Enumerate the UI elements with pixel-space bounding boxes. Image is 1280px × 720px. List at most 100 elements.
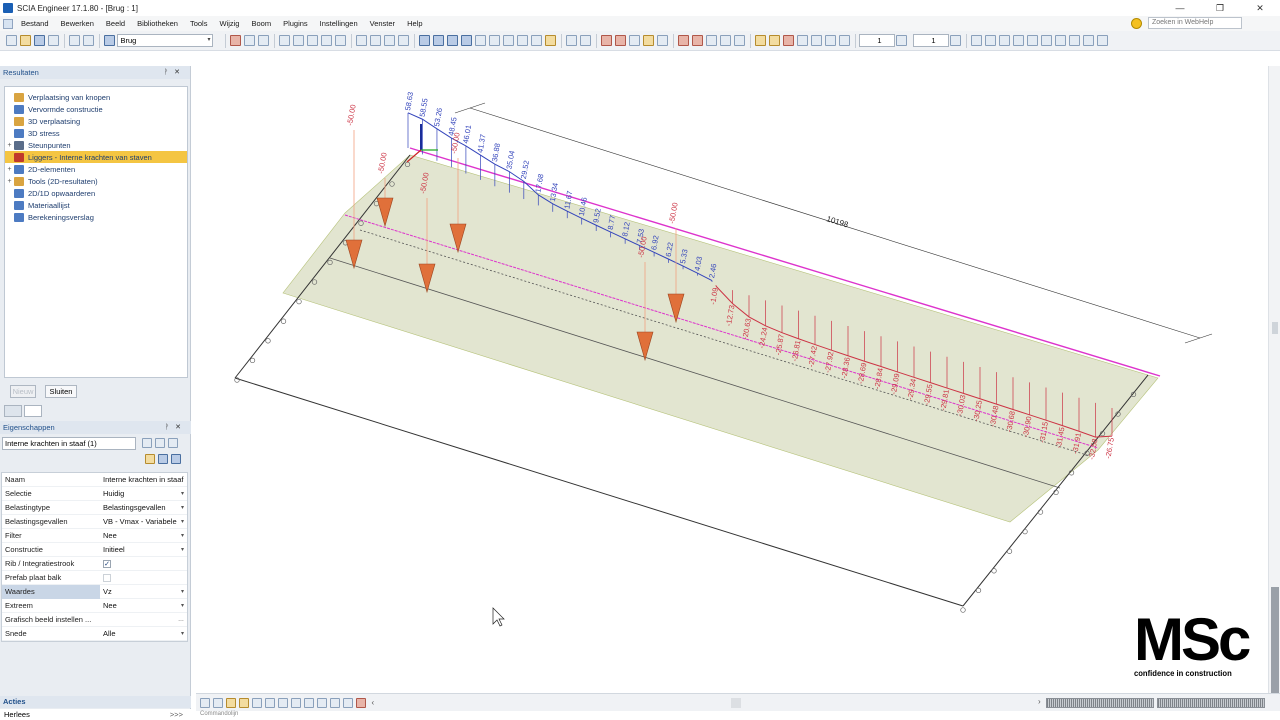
filter-icon[interactable] bbox=[141, 438, 152, 448]
render-icon[interactable] bbox=[384, 35, 395, 46]
smiley-icon[interactable] bbox=[1131, 17, 1142, 29]
load-icon[interactable] bbox=[734, 35, 745, 46]
copy-icon[interactable] bbox=[157, 454, 168, 464]
property-row[interactable]: Extreem Nee ▾ bbox=[2, 599, 187, 613]
chevron-down-icon[interactable]: ▾ bbox=[181, 630, 184, 637]
node-icon[interactable] bbox=[769, 35, 780, 46]
menu-instellingen[interactable]: Instellingen bbox=[314, 19, 364, 28]
expand-icon[interactable]: + bbox=[5, 166, 14, 173]
view-params-icon[interactable] bbox=[566, 35, 577, 46]
chevron-down-icon[interactable]: ▾ bbox=[181, 532, 184, 539]
scrollbar-thumb[interactable] bbox=[1272, 322, 1278, 334]
view-mode-icon[interactable] bbox=[239, 697, 249, 708]
zoom-all-icon[interactable] bbox=[517, 35, 528, 46]
project-combo[interactable]: Brug ▾ bbox=[116, 34, 213, 47]
new-file-icon[interactable] bbox=[6, 35, 17, 46]
webhelp-search-input[interactable]: Zoeken in WebHelp bbox=[1148, 17, 1242, 29]
view-mode-icon[interactable] bbox=[252, 697, 262, 708]
label-icon[interactable] bbox=[1041, 35, 1052, 46]
property-row[interactable]: Prefab plaat balk bbox=[2, 571, 187, 585]
rotate-icon[interactable] bbox=[433, 35, 444, 46]
view-params-icon[interactable] bbox=[580, 35, 591, 46]
property-row[interactable]: Naam Interne krachten in staaf bbox=[2, 473, 187, 487]
menu-venster[interactable]: Venster bbox=[364, 19, 401, 28]
menu-bewerken[interactable]: Bewerken bbox=[55, 19, 100, 28]
view-mode-icon[interactable] bbox=[317, 697, 327, 708]
property-row[interactable]: Rib / Integratiestrook ✓ bbox=[2, 557, 187, 571]
view-tool-icon[interactable] bbox=[279, 35, 290, 46]
zoom-out-icon[interactable] bbox=[489, 35, 500, 46]
property-value[interactable]: Interne krachten in staaf bbox=[100, 475, 187, 484]
tree-item[interactable]: + Tools (2D-resultaten) bbox=[5, 175, 187, 187]
structure-icon[interactable] bbox=[643, 35, 654, 46]
menu-bibliotheken[interactable]: Bibliotheken bbox=[131, 19, 184, 28]
structure-icon[interactable] bbox=[629, 35, 640, 46]
3d-viewport[interactable]: 10198 58.63 58.55 53.26 48.45 46.01 41.37 36.88… bbox=[196, 66, 1267, 693]
structure-icon[interactable] bbox=[615, 35, 626, 46]
brush-icon[interactable] bbox=[144, 454, 155, 464]
view-tool-icon[interactable] bbox=[293, 35, 304, 46]
zoom-selection-icon[interactable] bbox=[531, 35, 542, 46]
save-icon[interactable] bbox=[34, 35, 45, 46]
spin-option-icon[interactable] bbox=[896, 35, 907, 46]
rotate-icon[interactable] bbox=[419, 35, 430, 46]
tab-view[interactable] bbox=[24, 405, 42, 417]
scroll-left-icon[interactable]: ‹ bbox=[372, 698, 375, 707]
chevron-down-icon[interactable]: ▾ bbox=[181, 490, 184, 497]
load-icon[interactable] bbox=[720, 35, 731, 46]
menu-tools[interactable]: Tools bbox=[184, 19, 214, 28]
node-icon[interactable] bbox=[825, 35, 836, 46]
property-row[interactable]: Waardes Vz ▾ bbox=[2, 584, 187, 599]
view-mode-icon[interactable] bbox=[356, 697, 366, 708]
property-value[interactable]: Initieel bbox=[100, 545, 187, 554]
chevron-down-icon[interactable]: ▾ bbox=[181, 518, 184, 525]
close-button[interactable]: ✕ bbox=[1240, 0, 1280, 16]
close-results-button[interactable]: Sluiten bbox=[45, 385, 77, 398]
property-row[interactable]: Filter Nee ▾ bbox=[2, 529, 187, 543]
redraw-icon[interactable] bbox=[545, 35, 556, 46]
view-mode-icon[interactable] bbox=[304, 697, 314, 708]
property-value[interactable]: VB - Vmax - Variabele bbox=[100, 517, 187, 526]
tree-item[interactable]: Liggers - Interne krachten van staven bbox=[5, 151, 187, 163]
property-value[interactable]: Nee bbox=[100, 531, 187, 540]
property-row[interactable]: Constructie Initieel ▾ bbox=[2, 543, 187, 557]
print-icon[interactable] bbox=[48, 35, 59, 46]
property-row[interactable]: Snede Alle ▾ bbox=[2, 627, 187, 641]
more-actions-button[interactable]: >>> bbox=[170, 709, 183, 720]
view-mode-icon[interactable] bbox=[330, 697, 340, 708]
property-checkbox[interactable]: ✓ bbox=[103, 559, 111, 568]
node-icon[interactable] bbox=[839, 35, 850, 46]
tree-item[interactable]: 3D stress bbox=[5, 127, 187, 139]
menu-help[interactable]: Help bbox=[401, 19, 428, 28]
tree-item[interactable]: +2D-elementen bbox=[5, 163, 187, 175]
command-line[interactable]: Commandolijn bbox=[196, 711, 1280, 720]
structure-icon[interactable] bbox=[601, 35, 612, 46]
view-tool-icon[interactable] bbox=[307, 35, 318, 46]
chevron-down-icon[interactable]: ▾ bbox=[181, 602, 184, 609]
pan-icon[interactable] bbox=[461, 35, 472, 46]
horizontal-scroll-thumb[interactable] bbox=[731, 698, 741, 708]
tree-item[interactable]: + Steunpunten bbox=[5, 139, 187, 151]
zoom-window-icon[interactable] bbox=[503, 35, 514, 46]
chevron-down-icon[interactable]: ▾ bbox=[181, 546, 184, 553]
property-row[interactable]: Grafisch beeld instellen ...… bbox=[2, 613, 187, 627]
rotate-icon[interactable] bbox=[447, 35, 458, 46]
ellipsis-icon[interactable]: … bbox=[178, 617, 184, 623]
property-value[interactable]: Vz bbox=[100, 587, 187, 596]
property-row[interactable]: Selectie Huidig ▾ bbox=[2, 487, 187, 501]
node-icon[interactable] bbox=[797, 35, 808, 46]
label-icon[interactable] bbox=[1069, 35, 1080, 46]
menu-beeld[interactable]: Beeld bbox=[100, 19, 131, 28]
check-tool-icon[interactable] bbox=[258, 35, 269, 46]
view-tool-icon[interactable] bbox=[335, 35, 346, 46]
tree-item[interactable]: 2D/1D opwaarderen bbox=[5, 187, 187, 199]
load-icon[interactable] bbox=[692, 35, 703, 46]
view-tool-icon[interactable] bbox=[321, 35, 332, 46]
tree-item[interactable]: Vervormde constructie bbox=[5, 103, 187, 115]
menu-plugins[interactable]: Plugins bbox=[277, 19, 314, 28]
expand-icon[interactable]: + bbox=[5, 178, 14, 185]
zoom-in-icon[interactable] bbox=[475, 35, 486, 46]
spin-input-1[interactable]: 1 bbox=[858, 34, 895, 47]
property-row[interactable]: Belastingtype Belastingsgevallen ▾ bbox=[2, 501, 187, 515]
view-mode-icon[interactable] bbox=[213, 697, 223, 708]
